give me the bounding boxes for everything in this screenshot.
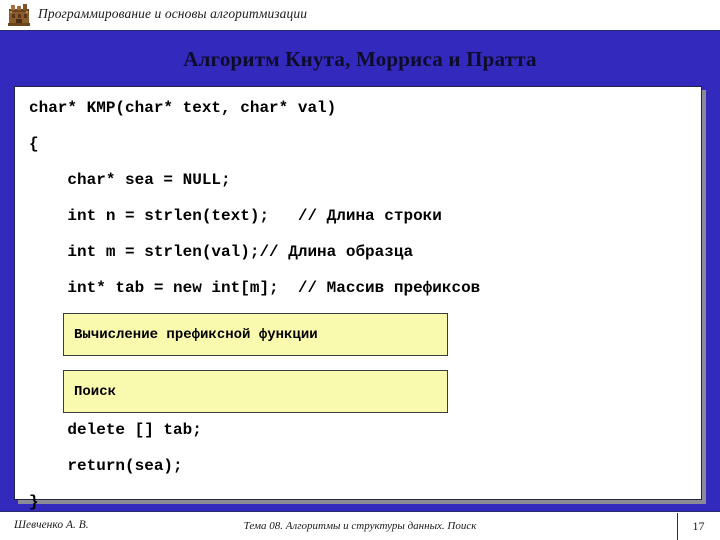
castle-building-icon: [6, 3, 32, 28]
page-title: Алгоритм Кнута, Морриса и Пратта: [183, 47, 537, 71]
code-line-open-brace: {: [29, 135, 39, 153]
header-bar: Программирование и основы алгоритмизации: [0, 0, 720, 31]
footer-topic: Тема 08. Алгоритмы и структуры данных. П…: [243, 520, 477, 532]
call-box-prefix-function[interactable]: Вычисление префиксной функции: [63, 313, 448, 356]
code-line-new-tab: int* tab = new int[m]; // Массив префикс…: [29, 279, 481, 297]
code-line-return-sea: return(sea);: [29, 457, 183, 475]
code-line-delete-tab: delete [] tab;: [29, 421, 202, 439]
code-line-signature: char* KMP(char* text, char* val): [29, 99, 337, 117]
code-panel: char* KMP(char* text, char* val) { char*…: [14, 86, 702, 511]
code-line-declare-sea: char* sea = NULL;: [29, 171, 231, 189]
code-line-close-brace: }: [29, 493, 39, 511]
call-box-search-label: Поиск: [74, 383, 117, 400]
call-box-prefix-function-label: Вычисление префиксной функции: [74, 326, 318, 343]
footer-bar: Шевченко А. В. Тема 08. Алгоритмы и стру…: [0, 511, 720, 540]
slide-root: Программирование и основы алгоритмизации…: [0, 0, 720, 540]
code-line-strlen-val: int m = strlen(val);// Длина образца: [29, 243, 414, 261]
call-box-search[interactable]: Поиск: [63, 370, 448, 413]
footer-page-number: 17: [692, 519, 705, 533]
course-title: Программирование и основы алгоритмизации: [38, 6, 308, 21]
code-line-strlen-text: int n = strlen(text); // Длина строки: [29, 207, 442, 225]
